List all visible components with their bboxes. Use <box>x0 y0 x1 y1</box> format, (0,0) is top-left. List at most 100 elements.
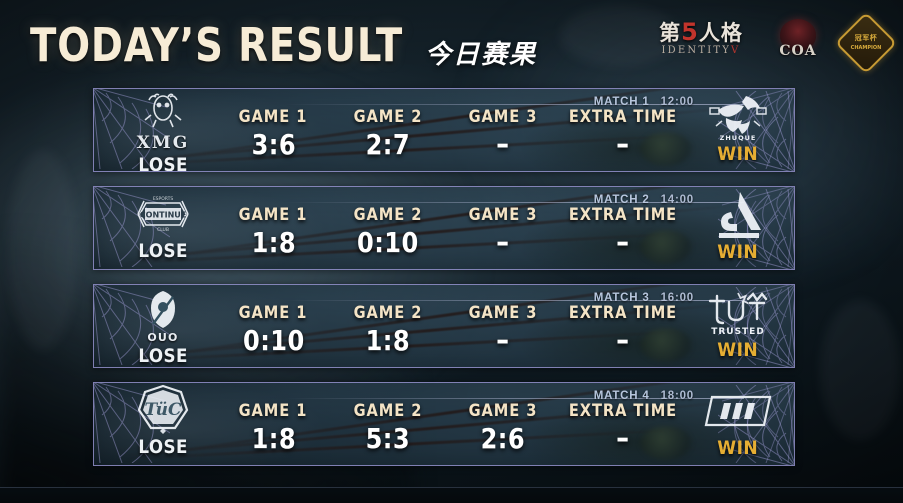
team-left-tag: XMG <box>136 133 190 153</box>
game-label: EXTRA TIME <box>568 205 678 225</box>
game-label: GAME 3 <box>468 401 538 421</box>
header-logo-row: 第5人格 IDENTITYV COA 冠军杯 CHAMPION <box>645 11 898 75</box>
game-score: 2:7 <box>365 128 411 161</box>
game-score: 3:6 <box>251 128 296 161</box>
coa-logo: COA <box>771 17 825 69</box>
svg-text:ESPORTS: ESPORTS <box>153 196 174 202</box>
game-column: GAME 2 0:10 <box>331 205 446 267</box>
ouo-logo <box>140 287 186 337</box>
game-label: EXTRA TIME <box>568 401 678 421</box>
game-score: 0:10 <box>357 226 419 259</box>
match-row[interactable]: MATCH 1 12:00 XMG LOSE GAME 1 3:6 GAME 2 2:7 GA… <box>93 88 795 172</box>
team-right-result: WIN <box>717 143 759 165</box>
svg-text:ZHUQUE: ZHUQUE <box>720 134 757 142</box>
game-column: EXTRA TIME – <box>560 205 686 267</box>
game-column: GAME 2 1:8 <box>331 303 446 365</box>
game-score-columns: GAME 1 1:8 GAME 2 5:3 GAME 3 2:6 EXTRA TIME – <box>216 401 686 463</box>
game-label: GAME 3 <box>468 107 538 127</box>
game-column: GAME 3– <box>445 303 560 365</box>
game-label: EXTRA TIME <box>568 303 678 323</box>
game-label: GAME 1 <box>238 303 308 323</box>
game-score-columns: GAME 1 1:8 GAME 2 0:10 GAME 3– EXTRA TIME – <box>216 205 686 267</box>
game-column: GAME 1 1:8 <box>216 401 331 463</box>
match-row[interactable]: MATCH 2 14:00 CONTINUE ESPORTS CLUB LOSE G… <box>93 186 795 270</box>
xmg-logo <box>135 91 191 137</box>
game-label: EXTRA TIME <box>568 107 678 127</box>
match-row[interactable]: MATCH 4 18:00 TüC LOSE GAME 1 1:8 GAME 2 5:3 G… <box>93 382 795 466</box>
game-column: GAME 2 5:3 <box>331 401 446 463</box>
team-right[interactable]: WIN <box>692 189 784 269</box>
identity-v-logo-en: IDENTITYV <box>661 45 741 56</box>
svg-text:TüC: TüC <box>145 400 182 420</box>
game-column: GAME 3– <box>445 107 560 169</box>
game-score: 0:10 <box>242 324 305 357</box>
svg-text:TRUSTED: TRUSTED <box>711 327 765 337</box>
game-score-columns: GAME 1 0:10 GAME 2 1:8 GAME 3– EXTRA TIME – <box>216 303 686 365</box>
match-row[interactable]: MATCH 3 16:00 OUO LOSE GAME 1 0:10 GAME 2 1:8 G… <box>93 284 795 368</box>
team-left[interactable]: TüC LOSE <box>110 384 216 465</box>
team-left-result: LOSE <box>138 154 188 172</box>
game-score: – <box>616 421 630 456</box>
game-score: – <box>496 323 510 358</box>
game-column: GAME 1 1:8 <box>216 205 331 267</box>
svg-text:CLUB: CLUB <box>157 227 169 233</box>
game-score: – <box>616 225 630 260</box>
game-score: 2:6 <box>480 422 525 455</box>
game-label: GAME 2 <box>353 107 423 127</box>
tuc-pentagon-logo: TüC <box>135 384 191 435</box>
team-left-result: LOSE <box>138 345 188 367</box>
zhuque-bird-logo: ZHUQUE <box>706 91 770 143</box>
coa-logo-label: COA <box>779 43 817 59</box>
team-left[interactable]: OUO LOSE <box>110 287 216 367</box>
triangle-a-logo <box>709 189 767 241</box>
badge-label: 冠军杯 CHAMPION <box>850 34 882 51</box>
game-label: GAME 2 <box>353 401 423 421</box>
game-column: EXTRA TIME – <box>560 303 686 365</box>
svg-text:CONTINUE: CONTINUE <box>140 211 186 220</box>
match-results-list: MATCH 1 12:00 XMG LOSE GAME 1 3:6 GAME 2 2:7 GA… <box>0 88 903 480</box>
game-label: GAME 1 <box>238 205 308 225</box>
game-score: 1:8 <box>365 324 411 357</box>
game-score: – <box>496 127 510 162</box>
continue-logo: CONTINUE ESPORTS CLUB <box>132 189 194 239</box>
page-subtitle: 今日赛果 <box>425 40 538 70</box>
bottom-bar <box>0 487 903 503</box>
team-right-result: WIN <box>717 241 759 263</box>
game-label: GAME 2 <box>353 205 423 225</box>
identity-v-logo-cn: 第5人格 <box>659 18 743 46</box>
game-label: GAME 3 <box>468 303 538 323</box>
team-left-tag: OUO <box>147 331 179 344</box>
game-score-columns: GAME 1 3:6 GAME 2 2:7 GAME 3– EXTRA TIME – <box>216 107 686 169</box>
game-label: GAME 3 <box>468 205 538 225</box>
game-score: – <box>496 225 510 260</box>
game-score: – <box>616 127 630 162</box>
identity-v-logo: 第5人格 IDENTITYV <box>645 15 757 71</box>
game-label: GAME 2 <box>353 303 423 323</box>
team-right[interactable]: WIN <box>692 385 784 465</box>
game-label: GAME 1 <box>238 401 308 421</box>
game-column: GAME 1 0:10 <box>216 303 331 365</box>
team-right-result: WIN <box>717 437 759 459</box>
page-header: TODAY’S RESULT 今日赛果 第5人格 IDENTITYV COA 冠… <box>0 0 903 88</box>
team-right[interactable]: TRUSTED WIN <box>692 287 784 367</box>
game-column: GAME 3 2:6 <box>445 401 560 463</box>
page-title: TODAY’S RESULT <box>30 18 404 72</box>
game-score: 1:8 <box>251 226 296 259</box>
game-score: – <box>616 323 630 358</box>
team-left-result: LOSE <box>138 240 188 262</box>
team-right[interactable]: ZHUQUE WIN <box>692 91 784 171</box>
game-score: 1:8 <box>251 422 296 455</box>
bottom-divider <box>0 487 903 488</box>
game-column: GAME 3– <box>445 205 560 267</box>
stripes-parallelogram-logo <box>702 385 774 437</box>
tournament-badge-logo: 冠军杯 CHAMPION <box>834 11 898 75</box>
team-left[interactable]: XMG LOSE <box>110 91 216 171</box>
game-label: GAME 1 <box>238 107 308 127</box>
team-left-result: LOSE <box>138 436 188 458</box>
game-column: EXTRA TIME – <box>560 107 686 169</box>
trust-crown-logo: TRUSTED <box>702 287 774 339</box>
game-column: GAME 1 3:6 <box>216 107 331 169</box>
game-score: 5:3 <box>365 422 411 455</box>
team-left[interactable]: CONTINUE ESPORTS CLUB LOSE <box>110 189 216 269</box>
game-column: EXTRA TIME – <box>560 401 686 463</box>
